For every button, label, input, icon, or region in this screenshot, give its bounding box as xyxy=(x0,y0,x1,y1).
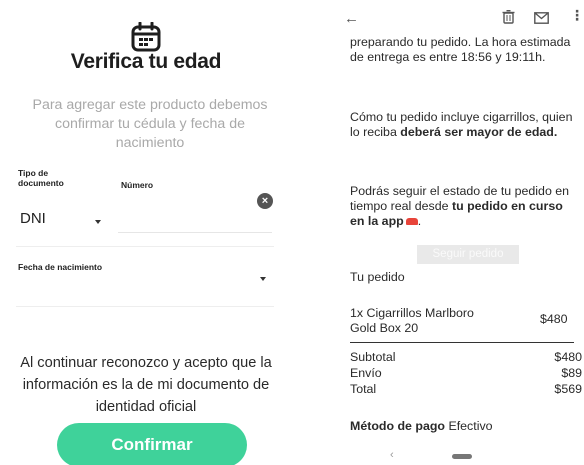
confirm-button[interactable]: Confirmar xyxy=(57,423,247,465)
mail-icon[interactable] xyxy=(534,11,549,24)
terms-text: Al continuar reconozco y acepto que la i… xyxy=(20,355,272,415)
age-notice-text: Cómo tu pedido incluye cigarrillos, quie… xyxy=(350,110,573,139)
payment-method: Método de pago Efectivo xyxy=(350,419,493,433)
age-verification-screen: Verifica tu edad Para agregar este produ… xyxy=(0,0,292,465)
gutter xyxy=(292,0,338,465)
nav-back-icon[interactable]: ‹ xyxy=(390,449,394,461)
doc-type-label: Tipo de documento xyxy=(18,168,64,188)
more-vert-icon[interactable]: ⋮ xyxy=(570,8,584,22)
divider xyxy=(16,306,274,307)
chevron-down-icon[interactable] xyxy=(260,277,266,281)
tracking-text: Podrás seguir el estado de tu pedido en … xyxy=(350,184,570,228)
car-icon xyxy=(405,218,418,226)
order-item-name: 1x Cigarrillos Marlboro Gold Box 20 xyxy=(350,306,474,335)
email-screen: ← ⋮ preparando tu pedido. La hora estima… xyxy=(338,0,584,465)
birthdate-label: Fecha de nacimiento xyxy=(18,262,103,272)
order-item-price: $480 xyxy=(540,312,568,326)
trash-icon[interactable] xyxy=(502,9,515,24)
calendar-icon xyxy=(130,21,162,52)
nav-home-icon[interactable] xyxy=(452,454,472,459)
divider xyxy=(350,342,574,343)
shipping-row: Envío $89 xyxy=(350,366,582,380)
chevron-down-icon[interactable] xyxy=(95,220,101,224)
clear-icon[interactable]: × xyxy=(257,193,273,209)
delivery-time-text: preparando tu pedido. La hora estimada d… xyxy=(350,35,571,64)
back-arrow-icon[interactable]: ← xyxy=(344,10,359,27)
page-description: Para agregar este producto debemos confi… xyxy=(32,97,268,151)
total-row: Total $569 xyxy=(350,382,582,396)
order-heading: Tu pedido xyxy=(350,270,405,284)
numero-input[interactable] xyxy=(118,232,272,233)
subtotal-row: Subtotal $480 xyxy=(350,350,582,364)
page-title: Verifica tu edad xyxy=(70,50,222,73)
numero-label: Número xyxy=(121,180,154,190)
track-order-button[interactable]: Seguir pedido xyxy=(417,245,519,264)
doc-type-select[interactable]: DNI xyxy=(20,210,46,227)
divider xyxy=(16,246,274,247)
